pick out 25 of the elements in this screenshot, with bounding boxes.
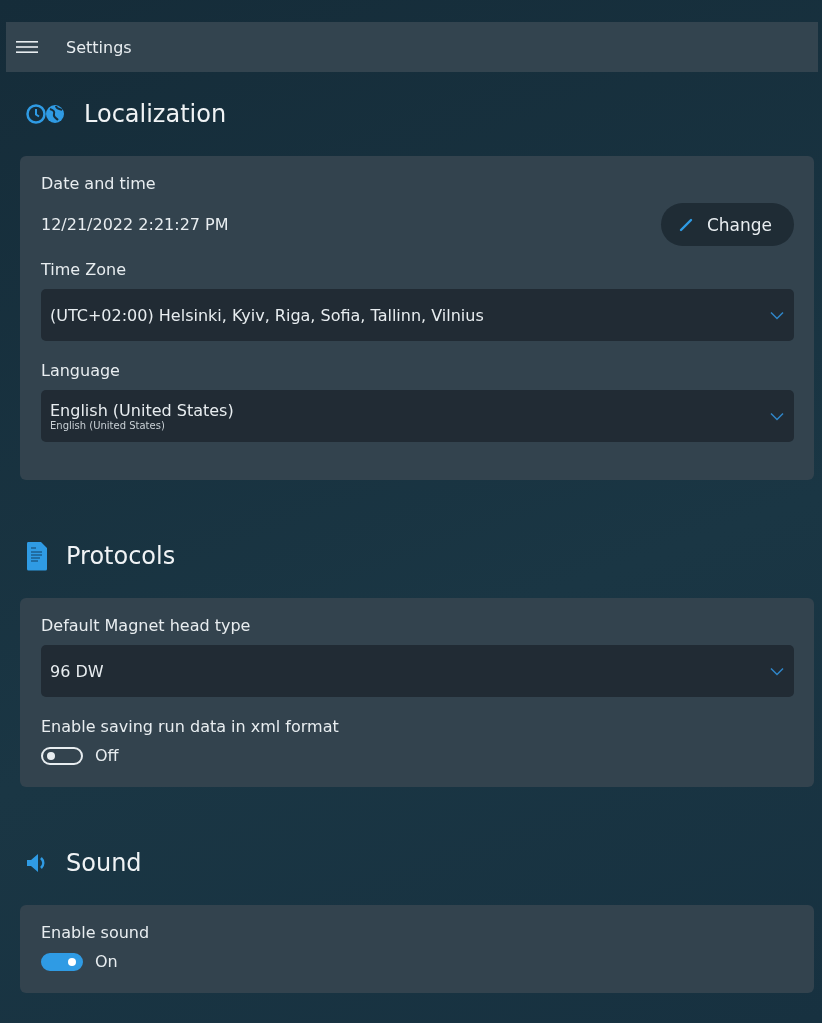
pencil-icon — [678, 217, 693, 232]
setting-label: Date and time — [41, 174, 157, 193]
change-button[interactable]: Change — [660, 203, 794, 246]
document-icon — [26, 541, 48, 571]
setting-label: Enable sound — [41, 923, 151, 942]
dropdown[interactable]: 96 DW — [41, 645, 794, 697]
chevron-down-icon — [770, 411, 784, 421]
toggle-state: Off — [95, 746, 119, 765]
date-time-value: 12/21/2022 2:21:27 PM — [41, 215, 229, 234]
section-title: Protocols — [66, 542, 176, 570]
setting-label: Default Magnet head type — [41, 616, 252, 635]
page-title: Settings — [66, 37, 132, 57]
chevron-down-icon — [770, 310, 784, 320]
setting-label: Enable saving run data in xml format — [41, 717, 340, 736]
toggle-state: On — [95, 952, 118, 971]
setting-label: Time Zone — [41, 260, 127, 279]
setting-label: Language — [41, 361, 121, 380]
dropdown[interactable]: (UTC+02:00) Helsinki, Kyiv, Riga, Sofia, Tallinn, Vilnius — [41, 289, 794, 341]
menu-icon[interactable] — [16, 39, 38, 55]
dropdown[interactable]: English (United States) English (United States) — [41, 390, 794, 442]
clock-globe-icon — [26, 103, 66, 125]
section-title: Sound — [66, 849, 142, 877]
toggle-switch[interactable] — [41, 952, 83, 971]
section-title: Localization — [84, 100, 227, 128]
chevron-down-icon — [770, 666, 784, 676]
